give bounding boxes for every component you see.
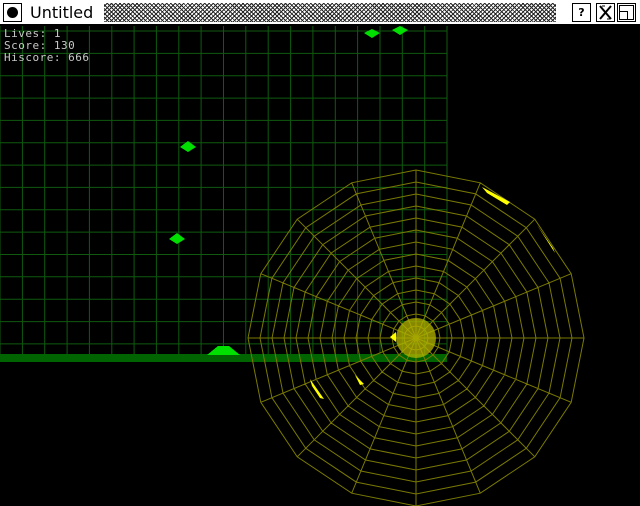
enemy-ship — [364, 29, 380, 38]
x-button[interactable] — [596, 3, 615, 22]
help-button[interactable]: ? — [572, 3, 591, 22]
playfield-grid — [0, 26, 448, 354]
game-canvas[interactable] — [0, 26, 640, 506]
spider-enemy — [310, 379, 324, 399]
maximize-button[interactable] — [617, 3, 636, 22]
help-icon: ? — [578, 6, 585, 19]
close-dot-icon — [7, 7, 18, 18]
ground-strip — [0, 354, 447, 362]
grid-lines — [0, 26, 448, 354]
hiscore-value: 666 — [68, 51, 90, 64]
enemy-ship — [169, 233, 185, 244]
title-bar[interactable]: Untitled ? — [0, 0, 640, 25]
title-bar-pattern[interactable] — [104, 3, 556, 22]
spider-enemy — [482, 187, 510, 205]
x-close-icon — [599, 5, 612, 20]
window-title: Untitled — [30, 3, 94, 22]
hiscore-readout: Hiscore: 666 — [4, 51, 90, 64]
game-window: Untitled ? Lives: 1 Score: 130 Hiscore: … — [0, 0, 640, 506]
close-button[interactable] — [3, 3, 22, 22]
player-ship — [207, 346, 240, 355]
maximize-icon — [619, 5, 634, 20]
spider-enemy — [355, 375, 364, 385]
web-center — [396, 318, 436, 358]
enemy-ship — [392, 26, 408, 35]
spider-enemy — [537, 225, 555, 253]
